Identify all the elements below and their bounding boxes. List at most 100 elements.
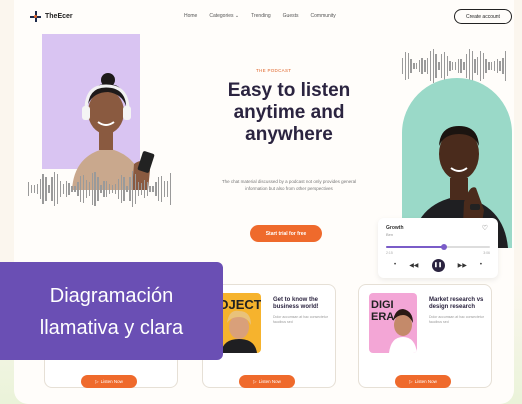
listen-now-label: Listen Now <box>100 379 123 384</box>
play-icon: ▷ <box>95 378 99 384</box>
player-controls: • ◀◀ ❚❚ ▶▶ • <box>394 258 482 272</box>
wave-bar <box>452 61 454 71</box>
heart-icon[interactable]: ♡ <box>482 224 488 232</box>
wave-bar <box>82 175 85 203</box>
wave-bar <box>424 60 426 72</box>
wave-bar <box>465 54 468 78</box>
wave-bar <box>114 184 117 194</box>
menu-item-home[interactable]: Home <box>184 13 197 19</box>
wave-bar <box>402 57 404 75</box>
wave-bar <box>68 183 70 195</box>
card-title: Market research vs design research <box>429 297 484 310</box>
previous-icon[interactable]: ◀◀ <box>409 262 418 269</box>
progress-fill <box>386 246 445 248</box>
progress-track[interactable] <box>386 244 490 250</box>
wave-bar <box>54 171 56 207</box>
card-description: Dolor accumsan at hac consectetur faucib… <box>273 315 328 324</box>
listen-now-button[interactable]: ▷ Listen Now <box>239 375 295 388</box>
wave-bar <box>410 58 412 74</box>
progress-knob[interactable] <box>441 244 448 250</box>
wave-bar <box>36 184 39 194</box>
wave-bar <box>137 181 140 197</box>
wave-bar <box>51 177 53 201</box>
caption-line: Diagramación <box>49 285 174 307</box>
left-sound-wave <box>28 170 178 208</box>
wave-bar <box>48 184 50 194</box>
wave-bar <box>74 185 76 193</box>
menu-item-community[interactable]: Community <box>311 13 336 19</box>
wave-bar <box>449 61 451 71</box>
menu-item-trending[interactable]: Trending <box>251 13 271 19</box>
wave-bar <box>166 181 169 197</box>
wave-bar <box>443 51 446 81</box>
main-menu: Home Categories ⌄ Trending Guests Commun… <box>184 13 336 19</box>
wave-bar <box>140 182 143 196</box>
wave-bar <box>97 177 99 201</box>
shuffle-icon[interactable]: • <box>394 262 396 268</box>
wave-bar <box>463 62 465 70</box>
wave-bar <box>85 180 88 198</box>
wave-bar <box>496 58 498 74</box>
wave-bar <box>454 62 457 70</box>
wave-bar <box>446 55 448 77</box>
pause-icon[interactable]: ❚❚ <box>431 258 445 272</box>
hero-kicker: THE PODCAST <box>256 68 292 73</box>
wave-bar <box>100 185 102 193</box>
wave-bar <box>471 50 473 82</box>
play-icon: ▷ <box>253 378 257 384</box>
wave-bar <box>474 59 476 73</box>
podcast-card[interactable]: DIGI ERA Market research vs design resea… <box>358 284 492 388</box>
wave-bar <box>56 173 59 205</box>
wave-bar <box>126 185 128 193</box>
wave-bar <box>146 182 148 196</box>
wave-bar <box>62 183 65 195</box>
wave-bar <box>120 175 122 203</box>
wave-bar <box>482 52 485 80</box>
headline-line: Easy to listen <box>227 80 351 101</box>
listen-now-button[interactable]: ▷ Listen Now <box>395 375 451 388</box>
wave-bar <box>123 177 125 201</box>
time-total: 3:06 <box>483 251 490 255</box>
repeat-icon[interactable]: • <box>480 262 482 268</box>
headline-line: anytime and <box>233 102 345 123</box>
wave-bar <box>493 60 496 72</box>
wave-bar <box>404 52 407 80</box>
wave-bar <box>28 182 30 196</box>
next-icon[interactable]: ▶▶ <box>458 262 467 269</box>
wave-bar <box>94 171 96 207</box>
wave-bar <box>80 176 82 202</box>
start-trial-button[interactable]: Start trial for free <box>250 225 322 242</box>
wave-bar <box>468 49 471 83</box>
wave-bar <box>485 58 487 74</box>
wave-bar <box>134 173 137 205</box>
wave-bar <box>418 59 421 73</box>
menu-item-categories[interactable]: Categories ⌄ <box>209 13 239 19</box>
listen-now-button[interactable]: ▷ Listen Now <box>81 375 137 388</box>
wave-bar <box>421 57 423 75</box>
brand-logo[interactable]: TheEcer <box>30 11 73 22</box>
wave-bar <box>440 53 443 79</box>
card-title: Get to know the business world! <box>273 297 319 310</box>
wave-bar <box>132 171 134 207</box>
wave-bar <box>143 179 146 199</box>
wave-bar <box>65 180 67 198</box>
hero-description: The chat material discussed by a podcast… <box>221 179 357 191</box>
wave-bar <box>427 58 429 74</box>
headline-line: anywhere <box>245 124 333 145</box>
wave-bar <box>108 184 111 194</box>
track-title: Growth <box>386 225 404 231</box>
menu-item-guests[interactable]: Guests <box>283 13 299 19</box>
wave-bar <box>117 179 119 199</box>
wave-bar <box>477 56 479 76</box>
wave-bar <box>103 181 105 197</box>
wave-bar <box>457 58 460 74</box>
caption-line: llamativa y clara <box>39 317 184 339</box>
hero-headline: Easy to listen anytime and anywhere <box>194 80 384 146</box>
wave-bar <box>149 185 151 193</box>
wave-bar <box>491 61 493 71</box>
wave-bar <box>438 61 440 71</box>
wave-bar <box>502 58 504 74</box>
wave-bar <box>429 50 432 82</box>
create-account-button[interactable]: Create account <box>454 9 512 24</box>
wave-bar <box>155 182 157 196</box>
